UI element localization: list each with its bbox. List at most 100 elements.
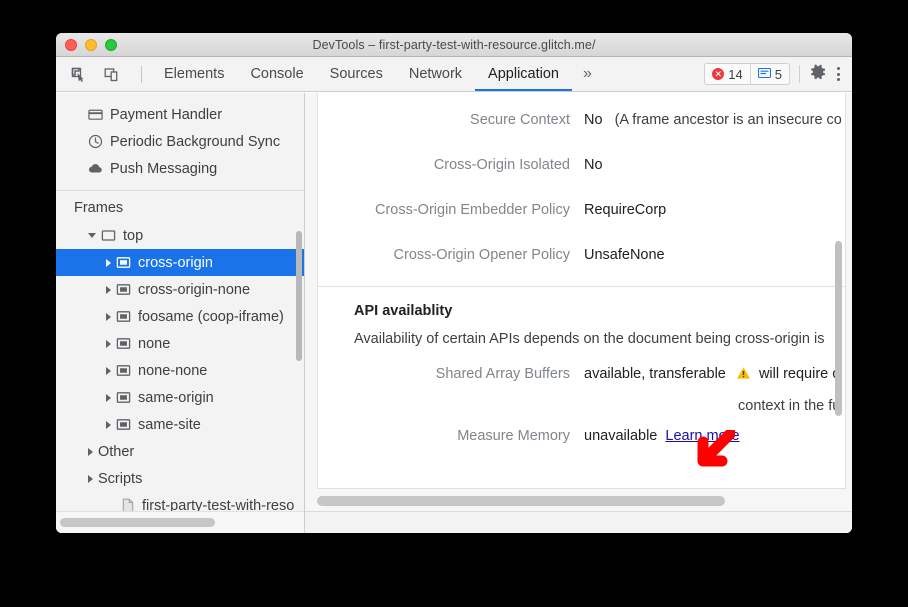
device-toolbar-icon[interactable] [99,62,123,86]
sidebar-item-cross-origin-none[interactable]: cross-origin-none [56,276,304,303]
chevron-down-icon[interactable] [88,233,96,238]
row-value: No (A frame ancestor is an insecure co [584,98,842,143]
sidebar-item-same-origin[interactable]: same-origin [56,384,304,411]
chevron-right-icon[interactable] [88,475,93,483]
sidebar-item-label: Push Messaging [110,161,217,177]
warning-triangle-icon [736,366,751,384]
sidebar-section-frames: Frames [56,190,304,222]
secure-context-value: No [584,112,603,128]
row-cross-origin-opener-policy: Cross-Origin Opener Policy UnsafeNone [318,233,845,278]
chevron-right-icon[interactable] [106,313,111,321]
row-label: Measure Memory [318,428,584,444]
window-titlebar: DevTools – first-party-test-with-resourc… [56,33,852,57]
panel-hscroll-thumb[interactable] [317,496,725,506]
panel-horizontal-scrollbar[interactable] [317,491,846,511]
frame-icon [101,228,116,243]
sidebar-item-none[interactable]: none [56,330,304,357]
sidebar-item-label: none-none [138,363,207,379]
chevron-right-icon[interactable] [106,340,111,348]
iframe-icon [116,363,131,378]
cloud-icon [88,161,103,176]
document-icon [121,498,135,511]
chevron-right-icon[interactable] [106,286,111,294]
row-label: Shared Array Buffers [318,366,584,382]
sidebar-hscroll-thumb[interactable] [60,518,215,527]
sidebar-item-label: foosame (coop-iframe) [138,309,284,325]
row-value: available, transferable will require c [584,366,840,384]
error-count-label: 14 [728,67,742,82]
secure-context-note: (A frame ancestor is an insecure co [615,112,842,128]
chevron-right-icon[interactable] [106,421,111,429]
tabbar-right-controls: ✕ 14 5 [704,63,852,86]
tab-application[interactable]: Application [475,57,572,91]
message-count-label: 5 [775,67,782,82]
sidebar-item-label: same-origin [138,390,214,406]
sidebar-vertical-scrollbar[interactable] [296,231,302,361]
row-measure-memory: Measure Memory unavailable Learn more [318,428,845,444]
tab-network[interactable]: Network [396,57,475,91]
iframe-icon [116,255,131,270]
row-shared-array-buffers: Shared Array Buffers available, transfer… [318,366,845,384]
sidebar-item-label: same-site [138,417,201,433]
sidebar-item-periodic-background-sync[interactable]: Periodic Background Sync [56,128,304,155]
kebab-menu-icon[interactable] [837,67,840,81]
row-label: Cross-Origin Isolated [318,143,584,188]
iframe-icon [116,282,131,297]
toolbar-icons [56,62,151,86]
gear-icon[interactable] [809,63,827,86]
sidebar-item-label: Other [98,444,134,460]
devtools-tabbar: Elements Console Sources Network Applica… [56,57,852,92]
chevron-right-icon[interactable] [88,448,93,456]
shared-array-buffers-warning-text: will require c [759,366,840,382]
more-tabs-icon[interactable]: » [572,57,603,91]
row-cross-origin-embedder-policy: Cross-Origin Embedder Policy RequireCorp [318,188,845,233]
row-value: RequireCorp [584,188,666,233]
issue-counters: ✕ 14 5 [704,63,790,85]
sidebar-item-label: top [123,228,143,244]
iframe-icon [116,309,131,324]
sidebar-item-cross-origin[interactable]: cross-origin [56,249,304,276]
learn-more-link[interactable]: Learn more [665,428,739,444]
sidebar-item-push-messaging[interactable]: Push Messaging [56,155,304,182]
measure-memory-value: unavailable [584,428,657,444]
traffic-lights [65,39,117,51]
message-counter[interactable]: 5 [750,64,789,84]
shared-array-buffers-value: available, transferable [584,366,726,382]
sidebar-item-payment-handler[interactable]: Payment Handler [56,101,304,128]
maximize-window-button[interactable] [105,39,117,51]
minimize-window-button[interactable] [85,39,97,51]
frame-details-content: Secure Context No (A frame ancestor is a… [317,93,846,489]
iframe-icon [116,390,131,405]
sidebar-item-other[interactable]: Other [56,438,304,465]
tab-sources[interactable]: Sources [317,57,396,91]
sidebar-item-label: none [138,336,170,352]
sidebar-horizontal-scrollbar[interactable] [56,511,304,533]
row-label: Cross-Origin Opener Policy [318,233,584,278]
error-counter[interactable]: ✕ 14 [705,64,749,84]
sidebar-item-label: cross-origin [138,255,213,271]
api-availability-description: Availability of certain APIs depends on … [318,319,845,347]
row-label: Cross-Origin Embedder Policy [318,188,584,233]
close-window-button[interactable] [65,39,77,51]
sidebar-item-first-party-test-document[interactable]: first-party-test-with-reso [56,492,304,511]
application-sidebar: Payment Handler Periodic Background Sync [56,93,305,533]
panel-vertical-scrollbar[interactable] [835,241,842,416]
tab-console[interactable]: Console [237,57,316,91]
row-value: unavailable Learn more [584,428,740,444]
devtools-body: Payment Handler Periodic Background Sync [56,93,852,533]
sidebar-item-none-none[interactable]: none-none [56,357,304,384]
sidebar-item-top[interactable]: top [56,222,304,249]
api-availability-heading: API availablity [318,287,845,319]
tab-elements[interactable]: Elements [151,57,237,91]
chevron-right-icon[interactable] [106,259,111,267]
panel-footer [305,511,852,533]
row-value: No [584,143,603,188]
toolbar-divider [141,66,142,83]
inspect-element-icon[interactable] [66,62,90,86]
chevron-right-icon[interactable] [106,394,111,402]
sidebar-item-scripts[interactable]: Scripts [56,465,304,492]
chevron-right-icon[interactable] [106,367,111,375]
sidebar-item-foosame-coop-iframe[interactable]: foosame (coop-iframe) [56,303,304,330]
panel-tabs: Elements Console Sources Network Applica… [151,57,603,91]
sidebar-item-same-site[interactable]: same-site [56,411,304,438]
